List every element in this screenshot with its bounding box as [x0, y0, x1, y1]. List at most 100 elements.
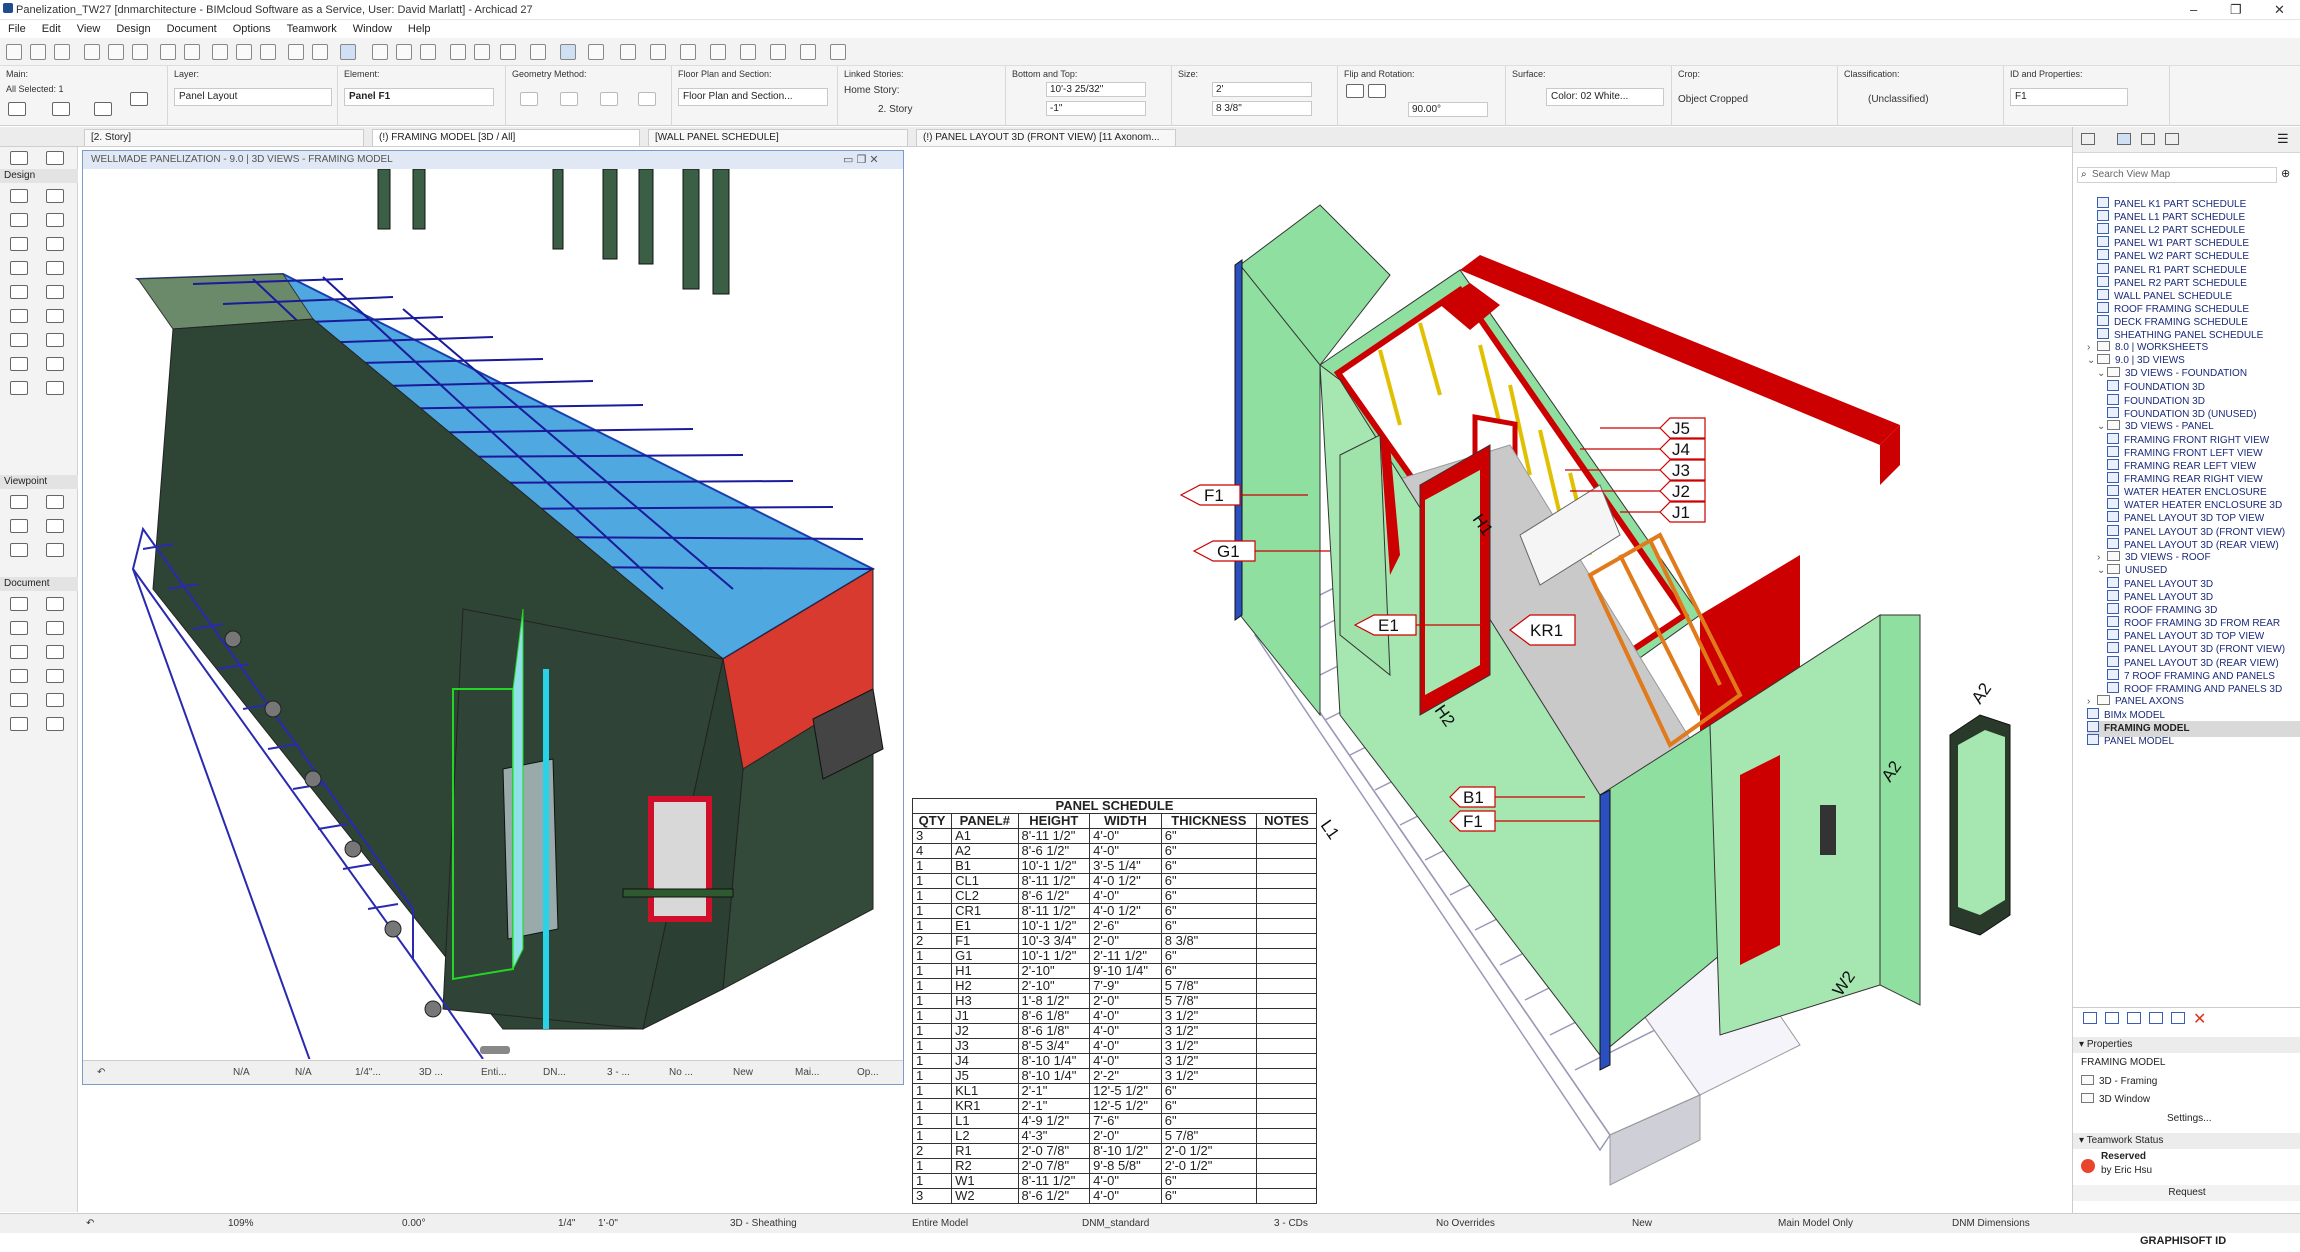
status-scale[interactable]: 1/4"... [355, 1067, 381, 1078]
menu-view[interactable]: View [69, 20, 109, 35]
zoom-icon[interactable] [84, 44, 100, 60]
zoom-level[interactable]: 109% [228, 1218, 254, 1229]
id-field[interactable]: F1 [2010, 88, 2128, 106]
lock-icon[interactable] [474, 44, 490, 60]
dimension-tool-icon[interactable] [10, 597, 28, 611]
pencil-icon[interactable] [132, 44, 148, 60]
menu-document[interactable]: Document [159, 20, 225, 35]
home-story-value[interactable]: 2. Story [878, 104, 912, 115]
lock-toggle-icon[interactable] [94, 102, 112, 116]
panel-menu-icon[interactable]: ☰ [2277, 131, 2289, 147]
menu-help[interactable]: Help [400, 20, 439, 35]
wall-tool-icon[interactable] [10, 189, 28, 203]
group-icon[interactable] [450, 44, 466, 60]
tab-wall-panel-schedule[interactable]: [WALL PANEL SCHEDULE] [648, 129, 908, 146]
graphisoft-id[interactable]: GRAPHISOFT ID [2140, 1235, 2226, 1247]
scale-denominator[interactable]: 1'-0" [598, 1218, 618, 1229]
menu-options[interactable]: Options [225, 20, 279, 35]
rotate-icon[interactable] [420, 44, 436, 60]
column-tool-icon[interactable] [46, 189, 64, 203]
3d-view-icon[interactable] [160, 44, 176, 60]
menu-design[interactable]: Design [108, 20, 158, 35]
geometry-icon-4[interactable] [638, 92, 656, 106]
status-overrides[interactable]: No ... [669, 1067, 693, 1078]
compass-icon[interactable] [620, 44, 636, 60]
detail-tool-icon[interactable] [10, 543, 28, 557]
guide-icon[interactable] [312, 44, 328, 60]
arc-tool-icon[interactable] [10, 693, 28, 707]
request-button[interactable]: Request [2073, 1185, 2300, 1201]
tab-framing-model[interactable]: (!) FRAMING MODEL [3D / All] [372, 129, 640, 146]
save-view-icon[interactable] [2083, 1012, 2097, 1024]
status-na-2[interactable]: N/A [295, 1067, 312, 1078]
home-icon[interactable] [130, 92, 148, 106]
rotation-field[interactable]: 90.00° [1408, 102, 1488, 117]
fill-tool-icon[interactable] [10, 669, 28, 683]
document-header[interactable]: Document [0, 577, 78, 591]
tab-panel-layout-3d[interactable]: (!) PANEL LAYOUT 3D (FRONT VIEW) [11 Axo… [916, 129, 1176, 146]
status-model-view[interactable]: 3 - ... [607, 1067, 630, 1078]
trace-icon[interactable] [340, 44, 356, 60]
layer-combination[interactable]: 3D - Sheathing [730, 1218, 797, 1229]
delete-icon[interactable]: ✕ [2193, 1009, 2206, 1029]
chevron-icon[interactable]: › [2097, 552, 2107, 563]
angle-dimension-icon[interactable] [46, 621, 64, 635]
line-tool-icon[interactable] [46, 669, 64, 683]
marquee-tool-icon[interactable] [52, 102, 70, 116]
tab-2-story[interactable]: [2. Story] [84, 129, 364, 146]
status-renovation[interactable]: New [733, 1067, 753, 1078]
opening-tool-icon[interactable] [46, 381, 64, 395]
offset-icon[interactable] [770, 44, 786, 60]
gridsnap-icon[interactable] [372, 44, 388, 60]
layout-book-icon[interactable] [2141, 133, 2155, 145]
chevron-icon[interactable]: ⌄ [2097, 421, 2107, 432]
properties-header[interactable]: ▾ Properties [2073, 1037, 2300, 1053]
status-na-1[interactable]: N/A [233, 1067, 250, 1078]
layers-icon[interactable] [260, 44, 276, 60]
geometry-icon-1[interactable] [520, 92, 538, 106]
new-view-icon[interactable]: ⊕ [2281, 167, 2290, 180]
settings-button[interactable]: Settings... [2167, 1113, 2211, 1129]
model-view-options[interactable]: 3 - CDs [1274, 1218, 1308, 1229]
level-dimension-icon[interactable] [46, 597, 64, 611]
settings-gear-icon[interactable] [650, 44, 666, 60]
close-icon[interactable]: ✕ [2274, 2, 2285, 18]
menu-teamwork[interactable]: Teamwork [279, 20, 345, 35]
status-options[interactable]: Op... [857, 1067, 879, 1078]
figure-tool-icon[interactable] [46, 717, 64, 731]
graphic-overrides[interactable]: No Overrides [1436, 1218, 1495, 1229]
teamwork-header[interactable]: ▾ Teamwork Status [2073, 1133, 2300, 1149]
stair-tool-icon[interactable] [10, 261, 28, 275]
layer-icon[interactable] [530, 44, 546, 60]
shell-tool-icon[interactable] [46, 237, 64, 251]
suspend-groups-icon[interactable] [500, 44, 516, 60]
chevron-icon[interactable]: ⌄ [2097, 368, 2107, 379]
text-tool-icon[interactable] [680, 44, 696, 60]
fit-window-icon[interactable] [108, 44, 124, 60]
menu-window[interactable]: Window [345, 20, 400, 35]
bottom-elevation-field[interactable]: -1" [1046, 101, 1146, 116]
crop-value[interactable]: Object Cropped [1678, 94, 1748, 105]
layer-select[interactable]: Panel Layout [174, 88, 332, 106]
pan-icon[interactable] [6, 44, 22, 60]
status-model-filter[interactable]: Enti... [481, 1067, 507, 1078]
geometry-icon-3[interactable] [600, 92, 618, 106]
fillet-icon[interactable] [800, 44, 816, 60]
section-icon[interactable] [184, 44, 200, 60]
floorplan-button[interactable]: Floor Plan and Section... [678, 88, 828, 106]
geometry-icon-2[interactable] [560, 92, 578, 106]
cut-icon[interactable] [2149, 1012, 2163, 1024]
elevation-tool-icon[interactable] [46, 495, 64, 509]
arrow-tool-icon[interactable] [8, 102, 26, 116]
roof-tool-icon[interactable] [10, 237, 28, 251]
view-map-item[interactable]: PANEL MODEL [2087, 734, 2300, 750]
chevron-icon[interactable]: › [2087, 696, 2097, 707]
structural-display[interactable]: Main Model Only [1778, 1218, 1853, 1229]
slab-tool-icon[interactable] [46, 213, 64, 227]
elevation-icon[interactable] [236, 44, 252, 60]
window-tool-icon[interactable] [10, 309, 28, 323]
undo-icon[interactable] [30, 44, 46, 60]
new-folder-icon[interactable] [2127, 1012, 2141, 1024]
flip-h-icon[interactable] [1346, 84, 1364, 98]
viewpoint-header[interactable]: Viewpoint [0, 475, 78, 489]
